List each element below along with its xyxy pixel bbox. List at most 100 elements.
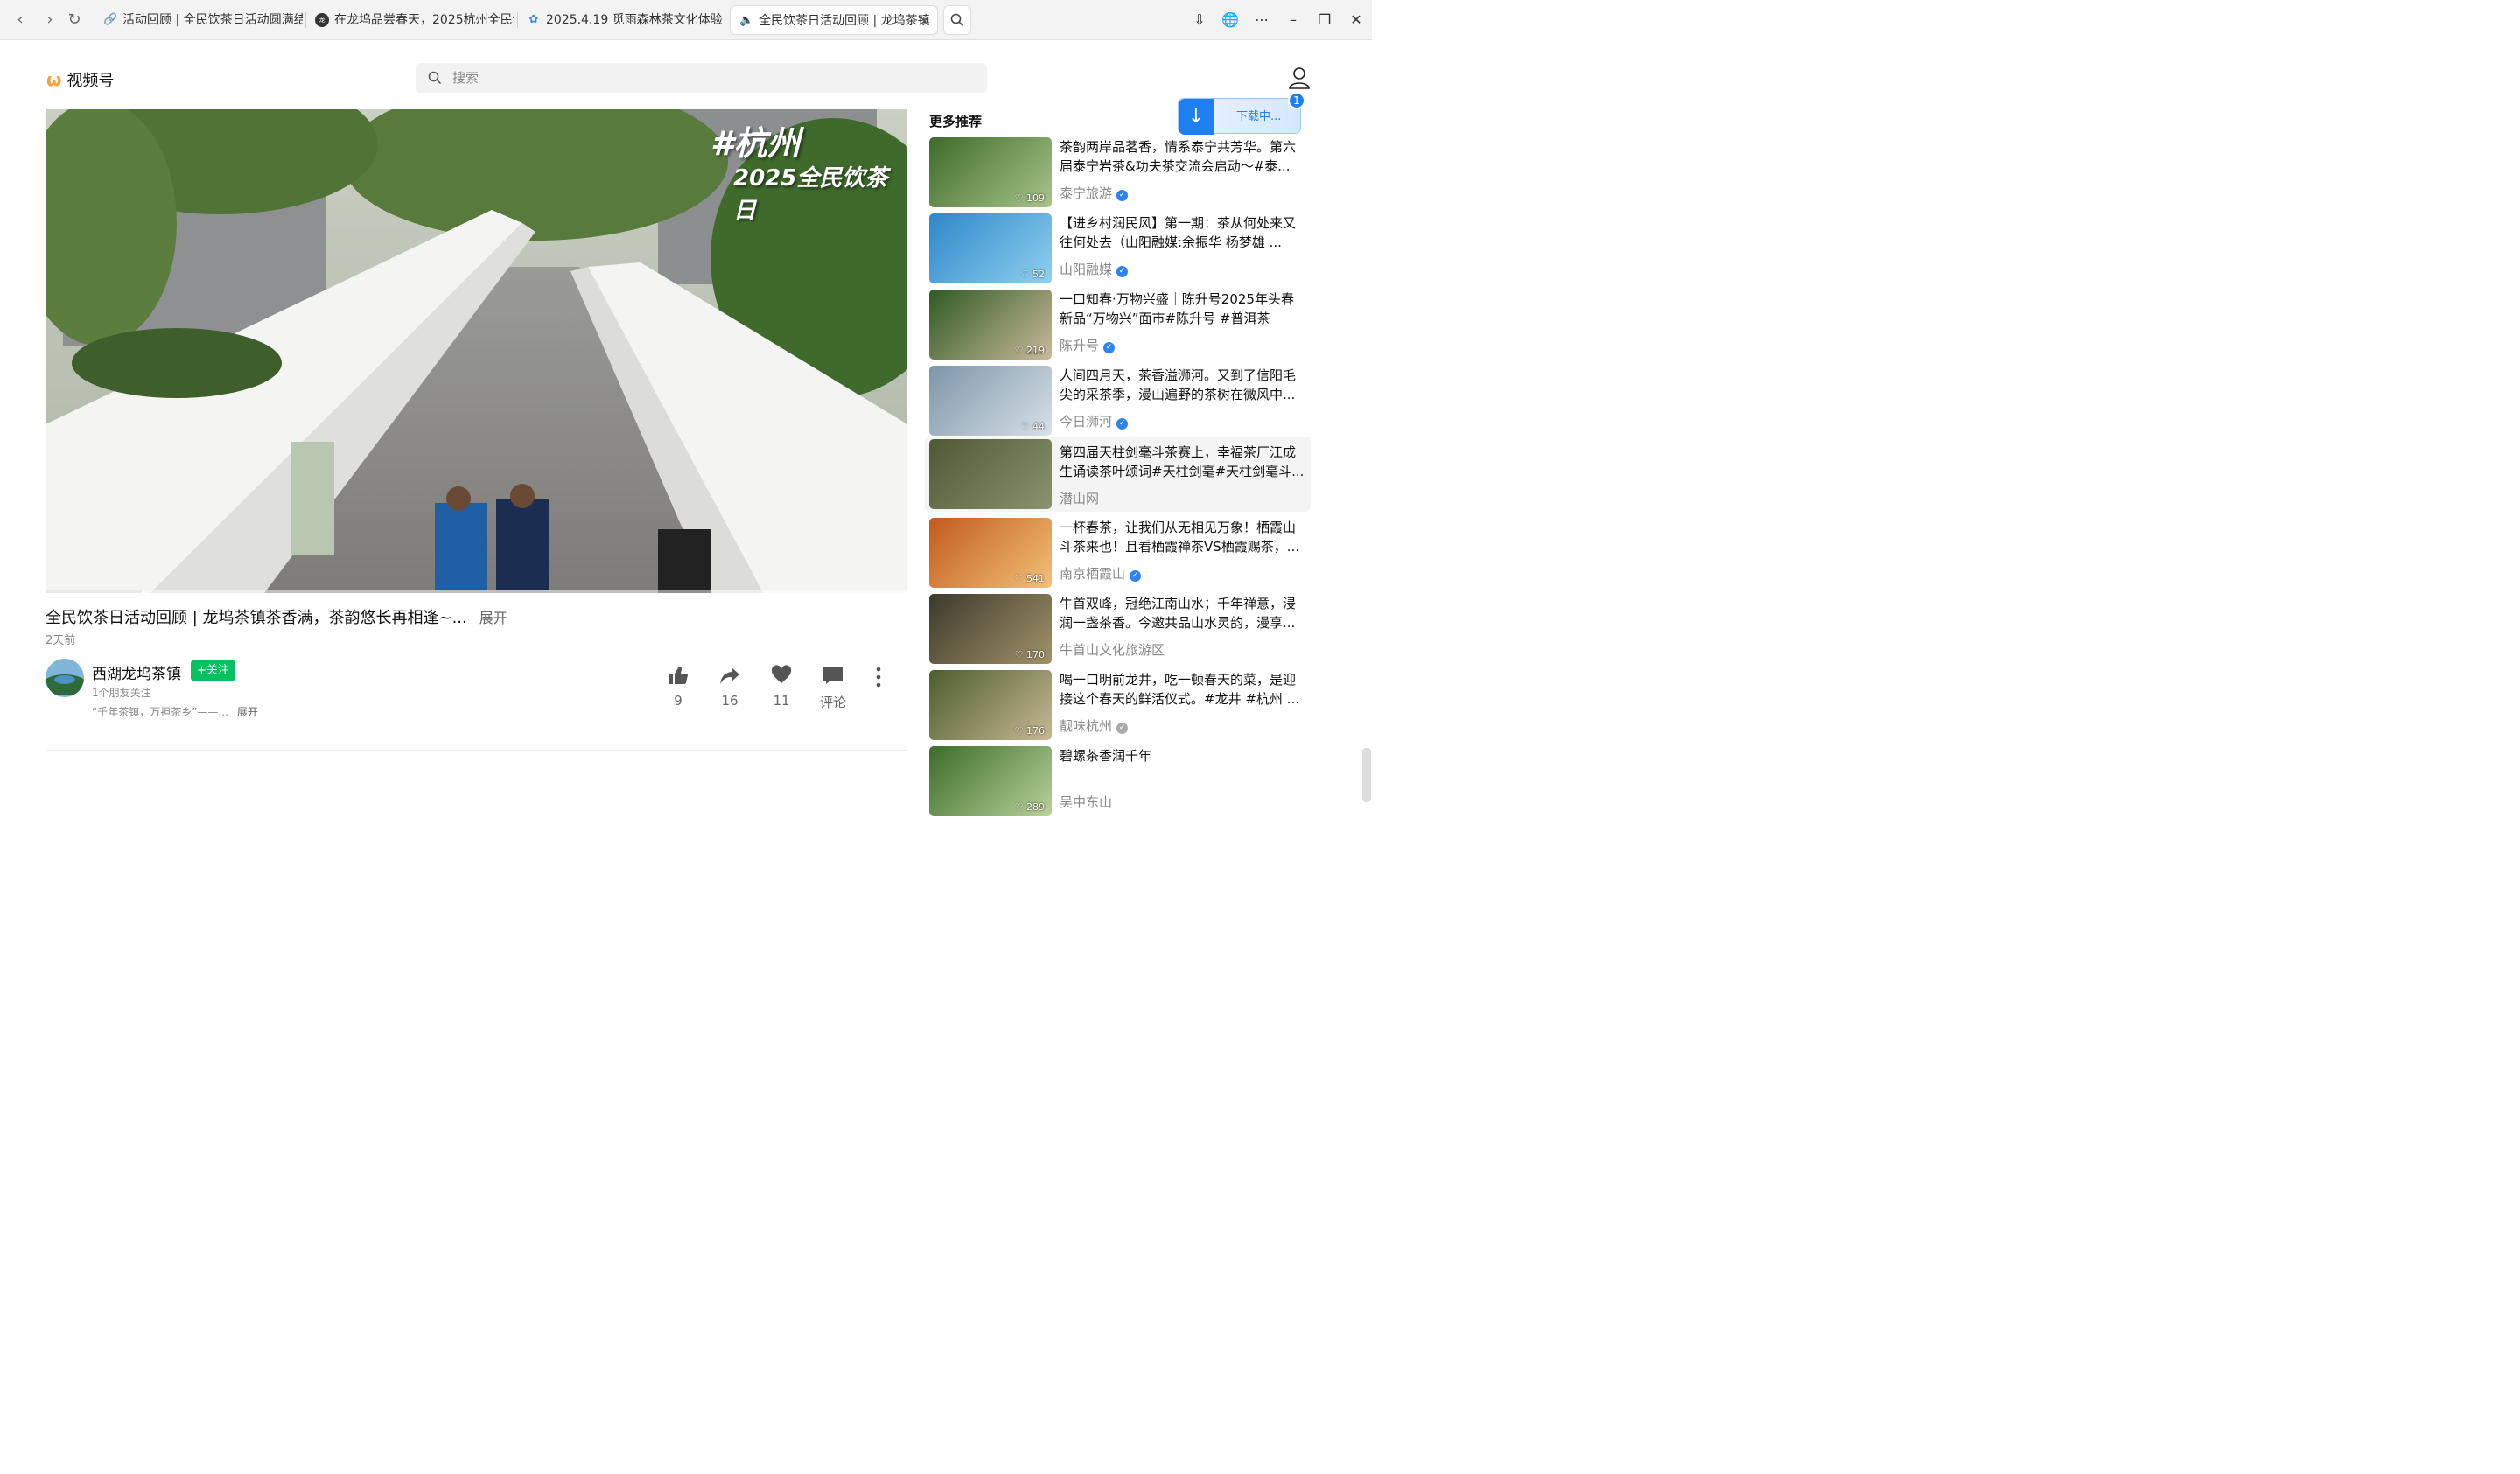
recommend-author[interactable]: 陈升号 ✓: [1060, 336, 1116, 354]
recommend-card[interactable]: ♡ 541 一杯春茶，让我们从无相见万象！栖霞山斗茶来也！且看栖霞禅茶VS栖霞赐茶…: [929, 518, 1311, 588]
like-count: 9: [674, 693, 682, 709]
author-description: “千年茶镇，万担茶乡”——... 展开: [92, 704, 258, 719]
recommend-title[interactable]: 茶韵两岸品茗香，情系泰宁共芳华。第六届泰宁岩茶&功夫茶交流会启动～#泰...: [1060, 137, 1305, 176]
recommend-card[interactable]: ♡ 52 【进乡村润民风】第一期：茶从何处来又往何处去（山阳融媒:余振华 杨梦雄 …: [929, 213, 1311, 283]
recommend-title[interactable]: 喝一口明前龙井，吃一顿春天的菜，是迎接这个春天的鲜活仪式。#龙井 #杭州 ...: [1060, 670, 1305, 709]
recommend-title[interactable]: 碧螺茶香润千年: [1060, 746, 1305, 765]
recommend-card[interactable]: 第四届天柱剑毫斗茶赛上，幸福茶厂江成生诵读茶叶颂词#天柱剑毫#天柱剑毫斗... 潜…: [925, 437, 1311, 512]
recommend-title[interactable]: 第四届天柱剑毫斗茶赛上，幸福茶厂江成生诵读茶叶颂词#天柱剑毫#天柱剑毫斗...: [1060, 443, 1305, 481]
recommend-thumbnail[interactable]: ♡ 541: [929, 518, 1052, 588]
video-title: 全民饮茶日活动回顾 | 龙坞茶镇茶香满，茶韵悠长再相逢~...: [46, 609, 467, 627]
recommend-card[interactable]: ♡ 44 人间四月天，茶香溢浉河。又到了信阳毛尖的采茶季，漫山遍野的茶树在微风中.…: [929, 366, 1311, 436]
downloads-icon[interactable]: ⇩: [1186, 7, 1213, 33]
recommend-card[interactable]: ♡ 109 茶韵两岸品茗香，情系泰宁共芳华。第六届泰宁岩茶&功夫茶交流会启动～#泰…: [929, 137, 1311, 207]
favorite-button[interactable]: 11: [762, 665, 801, 709]
recommend-title[interactable]: 一口知春·万物兴盛｜陈升号2025年头春新品“万物兴”面市#陈升号 #普洱茶: [1060, 290, 1305, 328]
globe-icon[interactable]: 🌐: [1217, 7, 1243, 33]
tab-4-active[interactable]: 🔈 全民饮茶日活动回顾 | 龙坞茶镇 ×: [730, 5, 938, 35]
recommend-title[interactable]: 【进乡村润民风】第一期：茶从何处来又往何处去（山阳融媒:余振华 杨梦雄 ...: [1060, 213, 1305, 252]
recommend-thumbnail[interactable]: ♡ 52: [929, 213, 1052, 283]
search-icon: [950, 13, 964, 27]
recommend-thumbnail[interactable]: ♡ 219: [929, 290, 1052, 360]
recommend-author[interactable]: 靓味杭州 ✓: [1060, 716, 1129, 735]
recommend-title[interactable]: 一杯春茶，让我们从无相见万象！栖霞山斗茶来也！且看栖霞禅茶VS栖霞赐茶，...: [1060, 518, 1305, 556]
close-window-icon[interactable]: ✕: [1343, 7, 1369, 33]
download-label: 下载中...: [1236, 110, 1282, 123]
recommend-like-count: ♡ 541: [1014, 573, 1045, 584]
recommend-like-count: ♡ 176: [1014, 725, 1045, 737]
recommend-thumbnail[interactable]: ♡ 44: [929, 366, 1052, 436]
recommend-author[interactable]: 牛首山文化旅游区: [1060, 640, 1165, 659]
download-progress-button[interactable]: ↓ 下载中... 1: [1178, 92, 1306, 135]
tab-1[interactable]: 🔗 活动回顾 | 全民饮茶日活动圆满结: [94, 5, 303, 35]
video-progress-track[interactable]: [46, 590, 907, 593]
recommend-thumbnail[interactable]: [929, 439, 1052, 509]
comment-button[interactable]: 评论: [814, 665, 852, 711]
back-icon[interactable]: ‹: [9, 9, 32, 31]
video-date: 2天前: [46, 634, 76, 647]
channels-logo[interactable]: ω 视频号: [46, 68, 114, 91]
recommend-author[interactable]: 山阳融媒 ✓: [1060, 260, 1129, 278]
favorite-count: 11: [773, 693, 790, 709]
minimize-icon[interactable]: –: [1280, 7, 1306, 33]
verified-badge-icon: ✓: [1116, 190, 1129, 201]
recommend-thumbnail[interactable]: ♡ 170: [929, 594, 1052, 664]
refresh-icon[interactable]: ↻: [63, 9, 86, 31]
recommend-title[interactable]: 牛首双峰，冠绝江南山水；千年禅意，浸润一盏茶香。今邀共品山水灵韵，漫享...: [1060, 594, 1305, 632]
search-input[interactable]: 搜索: [416, 63, 987, 93]
desc-expand-link[interactable]: 展开: [237, 706, 258, 718]
recommend-like-count: ♡ 289: [1014, 801, 1045, 813]
like-button[interactable]: 9: [659, 665, 697, 709]
title-expand-link[interactable]: 展开: [480, 610, 508, 626]
thumbs-up-icon: [659, 665, 697, 689]
recommend-title[interactable]: 人间四月天，茶香溢浉河。又到了信阳毛尖的采茶季，漫山遍野的茶树在微风中...: [1060, 366, 1305, 404]
tab-2[interactable]: 龙 在龙坞品尝春天，2025杭州全民饮: [306, 5, 514, 35]
search-icon: [428, 63, 442, 93]
share-icon: [710, 665, 749, 689]
tab-3[interactable]: ✿ 2025.4.19 觅雨森林茶文化体验 已: [518, 5, 726, 35]
heart-icon: ♡: [1014, 192, 1024, 204]
tab-title: 在龙坞品尝春天，2025杭州全民饮: [334, 13, 514, 27]
author-name[interactable]: 西湖龙坞茶镇: [92, 661, 181, 683]
video-overlay-event: 2025全民饮茶日: [733, 165, 888, 224]
share-button[interactable]: 16: [710, 665, 749, 709]
user-icon[interactable]: [1288, 66, 1311, 89]
tab-search-button[interactable]: [943, 5, 971, 35]
video-player[interactable]: #杭州 2025全民饮茶日: [46, 109, 907, 593]
recommend-author[interactable]: 吴中东山: [1060, 793, 1112, 811]
recommend-thumbnail[interactable]: ♡ 176: [929, 670, 1052, 740]
recommend-author[interactable]: 泰宁旅游 ✓: [1060, 184, 1129, 202]
more-options-button[interactable]: [859, 665, 898, 689]
more-menu-icon[interactable]: ⋯: [1249, 7, 1275, 33]
recommend-thumbnail[interactable]: ♡ 109: [929, 137, 1052, 207]
recommend-like-count: ♡ 52: [1020, 269, 1045, 280]
video-overlay-city: #杭州: [710, 124, 801, 163]
logo-text: 视频号: [66, 72, 115, 90]
recommend-card[interactable]: ♡ 170 牛首双峰，冠绝江南山水；千年禅意，浸润一盏茶香。今邀共品山水灵韵，漫享…: [929, 594, 1311, 664]
scrollbar-thumb[interactable]: [1362, 748, 1371, 802]
speaker-icon: 🔈: [739, 14, 754, 27]
comment-label: 评论: [819, 695, 846, 710]
verified-badge-icon: ✓: [1116, 418, 1129, 430]
recommend-author[interactable]: 今日浉河 ✓: [1060, 412, 1129, 430]
author-avatar[interactable]: [46, 659, 84, 697]
recommend-author[interactable]: 南京栖霞山 ✓: [1060, 564, 1142, 583]
video-title-row: 全民饮茶日活动回顾 | 龙坞茶镇茶香满，茶韵悠长再相逢~... 展开: [46, 605, 508, 628]
author-desc-text: “千年茶镇，万担茶乡”——...: [92, 706, 228, 718]
recommend-card[interactable]: ♡ 289 碧螺茶香润千年 吴中东山: [929, 746, 1311, 816]
recommend-author[interactable]: 潜山网: [1060, 489, 1099, 507]
recommend-heading: 更多推荐: [929, 114, 983, 129]
recommend-like-count: ♡ 219: [1014, 345, 1045, 356]
author-friends: 1个朋友关注: [92, 687, 151, 699]
heart-icon: ♡: [1014, 649, 1024, 660]
recommend-card[interactable]: ♡ 219 一口知春·万物兴盛｜陈升号2025年头春新品“万物兴”面市#陈升号 #…: [929, 290, 1311, 360]
follow-button[interactable]: +关注: [191, 660, 235, 681]
share-count: 16: [721, 693, 738, 709]
forward-icon[interactable]: ›: [38, 9, 61, 31]
close-tab-icon[interactable]: ×: [919, 6, 930, 34]
recommend-like-count: ♡ 170: [1014, 649, 1045, 660]
recommend-thumbnail[interactable]: ♡ 289: [929, 746, 1052, 816]
restore-icon[interactable]: ❐: [1312, 7, 1338, 33]
recommend-card[interactable]: ♡ 176 喝一口明前龙井，吃一顿春天的菜，是迎接这个春天的鲜活仪式。#龙井 #杭…: [929, 670, 1311, 740]
link-icon: 🔗: [103, 13, 118, 26]
